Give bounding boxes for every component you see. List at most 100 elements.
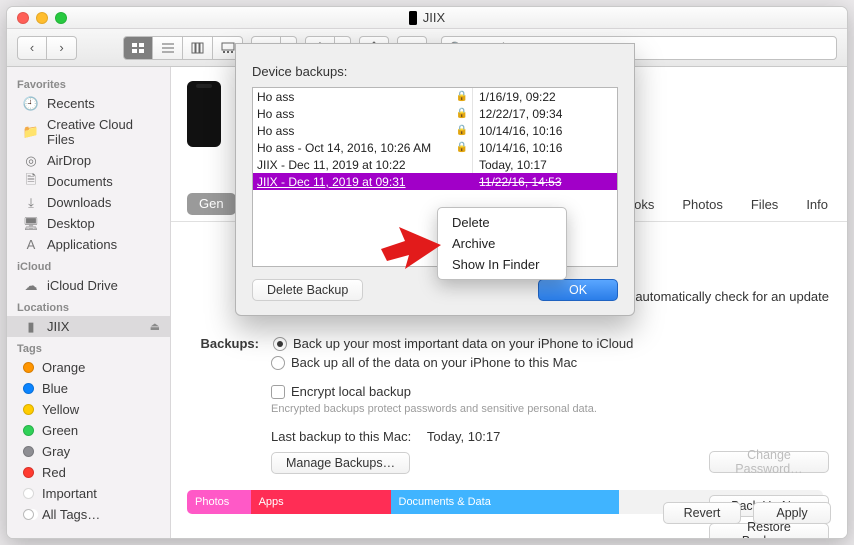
sheet-title: Device backups:: [252, 64, 618, 79]
list-icon: [161, 42, 175, 54]
encrypt-backup-checkbox[interactable]: [271, 385, 285, 399]
sidebar-all-tags[interactable]: All Tags…: [7, 504, 170, 525]
backup-row[interactable]: Ho ass🔒1/16/19, 09:22: [253, 88, 617, 105]
tag-dot-icon: [23, 404, 34, 415]
sidebar-item-documents[interactable]: 🗎Documents: [7, 171, 170, 192]
tag-dot-icon: [23, 488, 34, 499]
view-switcher: [123, 36, 243, 60]
documents-icon: 🗎: [23, 175, 39, 189]
folder-icon: 📁: [23, 125, 39, 139]
last-backup-value: Today, 10:17: [427, 429, 500, 444]
tag-dot-icon: [23, 446, 34, 457]
backup-mac-label: Back up all of the data on your iPhone t…: [291, 355, 577, 370]
clock-icon: 🕘: [23, 97, 39, 111]
column-view-button[interactable]: [183, 36, 213, 60]
software-update-note: automatically check for an update: [635, 289, 829, 304]
grid-icon: [131, 42, 145, 54]
tag-stack-icon: [23, 509, 34, 520]
context-menu: Delete Archive Show In Finder: [437, 207, 567, 280]
sidebar-item-downloads[interactable]: ⤓Downloads: [7, 192, 170, 213]
tag-dot-icon: [23, 362, 34, 373]
sidebar-item-applications[interactable]: AApplications: [7, 234, 170, 255]
backup-row[interactable]: JIIX - Dec 11, 2019 at 10:22🔒Today, 10:1…: [253, 156, 617, 173]
device-backups-sheet: Device backups: Ho ass🔒1/16/19, 09:22 Ho…: [235, 43, 635, 316]
list-view-button[interactable]: [153, 36, 183, 60]
sidebar[interactable]: Favorites 🕘Recents 📁Creative Cloud Files…: [7, 67, 171, 538]
window-title-text: JIIX: [423, 10, 445, 25]
backup-row-selected[interactable]: JIIX - Dec 11, 2019 at 09:31🔒11/22/16, 1…: [253, 173, 617, 190]
apply-button[interactable]: Apply: [753, 502, 831, 524]
gallery-icon: [221, 42, 235, 54]
storage-seg-docs: Documents & Data: [391, 490, 620, 514]
sidebar-heading-icloud: iCloud: [7, 255, 170, 275]
nav-buttons: ‹ ›: [17, 36, 77, 60]
sidebar-tag-yellow[interactable]: Yellow: [7, 399, 170, 420]
sidebar-item-airdrop[interactable]: ◎AirDrop: [7, 150, 170, 171]
backup-icloud-label: Back up your most important data on your…: [293, 336, 633, 351]
lock-icon: 🔒: [456, 125, 472, 136]
columns-icon: [191, 42, 205, 54]
icon-view-button[interactable]: [123, 36, 153, 60]
revert-button[interactable]: Revert: [663, 502, 741, 524]
applications-icon: A: [23, 238, 39, 252]
finder-window: JIIX ‹ › ▾: [6, 6, 848, 539]
device-thumbnail: [187, 81, 221, 147]
backup-row[interactable]: Ho ass - Oct 14, 2016, 10:26 AM🔒10/14/16…: [253, 139, 617, 156]
tab-photos[interactable]: Photos: [679, 193, 725, 221]
airdrop-icon: ◎: [23, 154, 39, 168]
tag-dot-icon: [23, 425, 34, 436]
sidebar-item-device-jiix[interactable]: ▮JIIX⏏: [7, 316, 170, 337]
encrypt-backup-label: Encrypt local backup: [291, 384, 411, 399]
phone-icon: ▮: [23, 320, 39, 334]
sidebar-tag-gray[interactable]: Gray: [7, 441, 170, 462]
context-show-in-finder[interactable]: Show In Finder: [438, 254, 566, 275]
context-archive[interactable]: Archive: [438, 233, 566, 254]
sidebar-heading-locations: Locations: [7, 296, 170, 316]
window-title: JIIX: [7, 10, 847, 25]
titlebar: JIIX: [7, 7, 847, 29]
lock-icon: 🔒: [456, 142, 472, 153]
restore-backup-button[interactable]: Restore Backup…: [709, 523, 829, 538]
manage-backups-button[interactable]: Manage Backups…: [271, 452, 410, 474]
backup-icloud-radio[interactable]: [273, 337, 287, 351]
sidebar-item-desktop[interactable]: 🖥Desktop: [7, 213, 170, 234]
device-icon: [409, 11, 417, 25]
delete-backup-button[interactable]: Delete Backup: [252, 279, 363, 301]
storage-seg-photos: Photos: [187, 490, 251, 514]
sidebar-tag-important[interactable]: Important: [7, 483, 170, 504]
ok-button[interactable]: OK: [538, 279, 618, 301]
tab-files[interactable]: Files: [748, 193, 781, 221]
storage-seg-apps: Apps: [251, 490, 391, 514]
lock-icon: 🔒: [456, 91, 472, 102]
tab-general[interactable]: Gen: [187, 193, 236, 215]
apply-revert-group: Revert Apply: [663, 502, 831, 524]
sidebar-tag-red[interactable]: Red: [7, 462, 170, 483]
backup-row[interactable]: Ho ass🔒10/14/16, 10:16: [253, 122, 617, 139]
sidebar-item-creative-cloud[interactable]: 📁Creative Cloud Files: [7, 114, 170, 150]
change-password-button[interactable]: Change Password…: [709, 451, 829, 473]
context-delete[interactable]: Delete: [438, 212, 566, 233]
last-backup-label: Last backup to this Mac:: [271, 429, 411, 444]
backups-label: Backups:: [187, 336, 259, 351]
sidebar-item-icloud-drive[interactable]: ☁iCloud Drive: [7, 275, 170, 296]
eject-icon[interactable]: ⏏: [150, 320, 160, 333]
sidebar-heading-tags: Tags: [7, 337, 170, 357]
sheet-footer: Delete Backup OK: [252, 279, 618, 301]
backup-mac-radio[interactable]: [271, 356, 285, 370]
desktop-icon: 🖥: [23, 217, 39, 231]
back-button[interactable]: ‹: [17, 36, 47, 60]
tab-info[interactable]: Info: [803, 193, 831, 221]
cloud-icon: ☁: [23, 279, 39, 293]
forward-button[interactable]: ›: [47, 36, 77, 60]
sidebar-tag-blue[interactable]: Blue: [7, 378, 170, 399]
backup-row[interactable]: Ho ass🔒12/22/17, 09:34: [253, 105, 617, 122]
sidebar-heading-favorites: Favorites: [7, 73, 170, 93]
lock-icon: 🔒: [456, 108, 472, 119]
encrypt-note: Encrypted backups protect passwords and …: [271, 403, 831, 415]
sidebar-tag-orange[interactable]: Orange: [7, 357, 170, 378]
downloads-icon: ⤓: [23, 196, 39, 210]
sidebar-tag-green[interactable]: Green: [7, 420, 170, 441]
tag-dot-icon: [23, 467, 34, 478]
tag-dot-icon: [23, 383, 34, 394]
sidebar-item-recents[interactable]: 🕘Recents: [7, 93, 170, 114]
